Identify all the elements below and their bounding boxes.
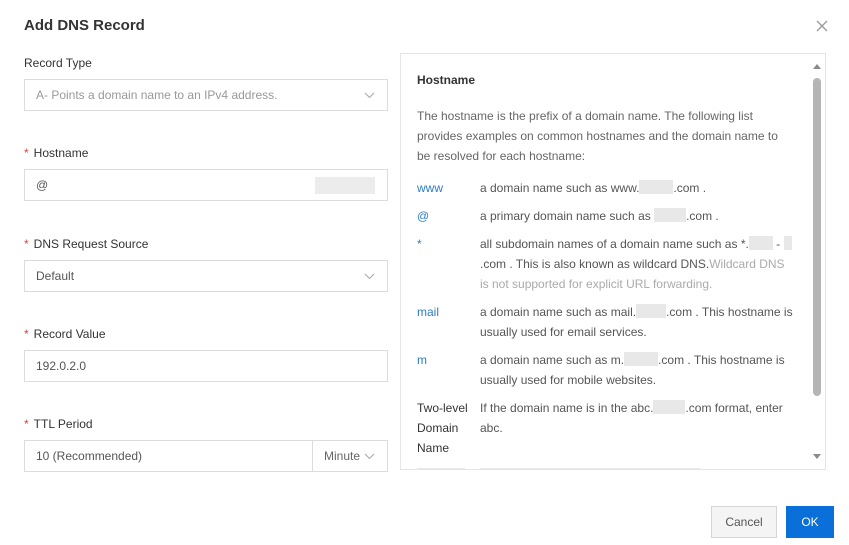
help-desc: a domain name such as m. .com . This host… [480, 352, 785, 387]
ttl-period-label: * TTL Period [24, 417, 93, 431]
cancel-button[interactable]: Cancel [711, 506, 777, 538]
help-key: mail [417, 305, 440, 319]
dns-request-source-label-text: DNS Request Source [33, 237, 149, 251]
record-value-value: 192.0.2.0 [36, 359, 87, 373]
scroll-down-arrow-icon[interactable] [813, 454, 821, 459]
help-desc: all subdomain names of a domain name suc… [480, 234, 795, 294]
hostname-label: * Hostname [24, 146, 88, 160]
ttl-unit-value: Minute [324, 449, 361, 463]
ttl-period-input[interactable]: 10 (Recommended) [24, 440, 313, 472]
help-desc: If the domain name is in the abc. .com fo… [480, 400, 783, 435]
add-dns-record-dialog: Add DNS Record Record Type A- Points a d… [0, 0, 849, 545]
help-desc: a domain name such as www. .com . [480, 180, 707, 195]
dns-request-source-label: * DNS Request Source [24, 237, 148, 251]
dns-request-source-value: Default [36, 269, 75, 283]
required-mark: * [24, 327, 29, 341]
required-mark: * [24, 417, 29, 431]
dns-request-source-select[interactable]: Default [24, 260, 388, 292]
record-type-label: Record Type [24, 56, 92, 70]
scroll-up-arrow-icon[interactable] [813, 64, 821, 69]
hostname-value: @ [36, 178, 49, 192]
record-value-label: * Record Value [24, 327, 106, 341]
required-mark: * [24, 146, 29, 160]
help-key: @ [417, 209, 430, 223]
ttl-period-value: 10 (Recommended) [36, 449, 143, 463]
help-key: Two-level Domain Name [417, 401, 468, 455]
domain-suffix-redacted [315, 177, 375, 194]
record-value-input[interactable]: 192.0.2.0 [24, 350, 388, 382]
hostname-input[interactable]: @ [24, 169, 388, 201]
chevron-down-icon [364, 273, 375, 280]
close-icon[interactable] [812, 16, 832, 36]
help-content: Hostname The hostname is the prefix of a… [417, 54, 797, 469]
help-key: m [417, 353, 427, 367]
required-mark: * [24, 237, 29, 251]
help-intro: The hostname is the prefix of a domain n… [417, 109, 778, 163]
ok-button[interactable]: OK [786, 506, 834, 538]
hostname-label-text: Hostname [33, 146, 89, 160]
scroll-thumb[interactable] [813, 78, 821, 396]
dialog-title: Add DNS Record [24, 17, 145, 34]
ttl-unit-select[interactable]: Minute [312, 440, 388, 472]
chevron-down-icon [364, 92, 375, 99]
record-type-select[interactable]: A- Points a domain name to an IPv4 addre… [24, 79, 388, 111]
help-title: Hostname [417, 73, 476, 87]
help-key: www [417, 181, 443, 195]
record-value-label-text: Record Value [33, 327, 106, 341]
help-desc: a primary domain name such as .com . [480, 208, 719, 223]
help-desc: a domain name such as mail. .com . This h… [480, 304, 793, 339]
help-scrollbar[interactable] [809, 54, 825, 469]
chevron-down-icon [364, 453, 375, 460]
record-type-value: A- Points a domain name to an IPv4 addre… [36, 88, 278, 102]
ttl-period-label-text: TTL Period [33, 417, 93, 431]
hostname-help-panel[interactable]: Hostname The hostname is the prefix of a… [400, 53, 826, 470]
help-key: * [417, 237, 422, 251]
